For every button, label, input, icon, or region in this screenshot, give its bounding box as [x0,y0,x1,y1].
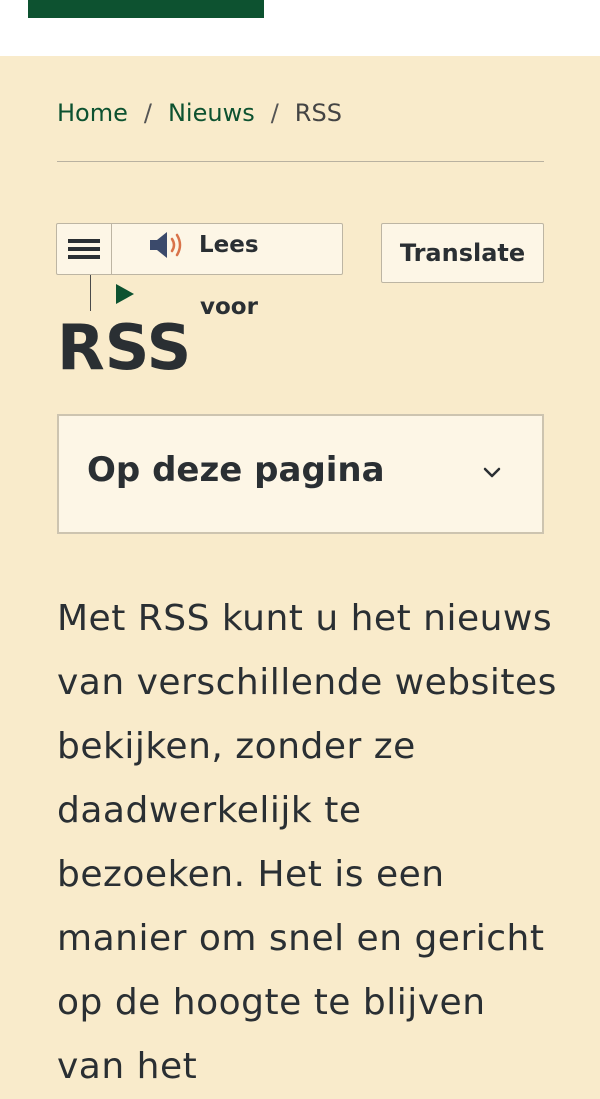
read-aloud-label: Lees [199,232,259,258]
breadcrumb-home-link[interactable]: Home [57,99,128,127]
reader-connector [90,275,91,311]
hamburger-icon-line [68,247,100,251]
breadcrumb: Home / Nieuws / RSS [57,96,342,130]
divider [57,161,544,162]
breadcrumb-news-link[interactable]: Nieuws [168,99,255,127]
hamburger-icon-line [68,255,100,259]
chevron-down-icon [483,467,501,478]
translate-button[interactable]: Translate [381,223,544,283]
page-title: RSS [57,311,192,384]
toc-title: Op deze pagina [87,450,385,490]
site-logo[interactable] [28,0,264,18]
intro-paragraph: Met RSS kunt u het nieuws van verschille… [57,598,557,1087]
reader-menu-button[interactable] [57,224,112,274]
breadcrumb-separator: / [270,99,279,127]
breadcrumb-separator: / [143,99,152,127]
read-aloud-label-continued: voor [200,294,258,320]
speaker-icon [150,232,182,258]
read-aloud-button[interactable]: Lees [149,230,259,260]
on-this-page-toggle[interactable]: Op deze pagina [57,414,544,534]
top-header [0,0,600,56]
hamburger-icon [68,239,100,243]
read-aloud-widget: Lees [56,223,343,275]
play-icon[interactable] [116,284,134,304]
breadcrumb-current: RSS [294,99,342,127]
